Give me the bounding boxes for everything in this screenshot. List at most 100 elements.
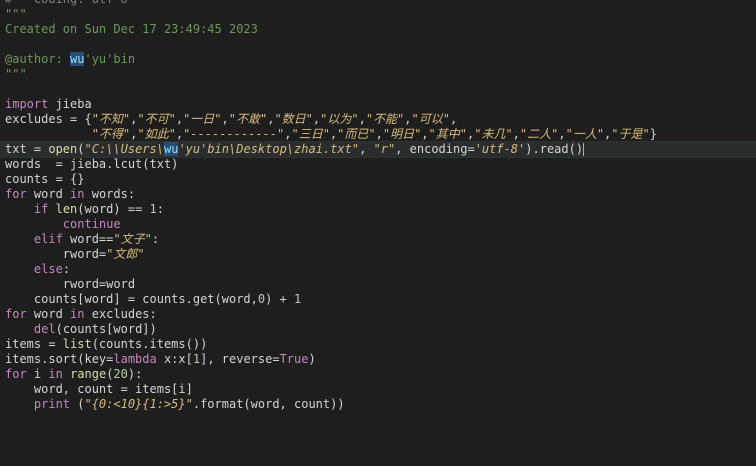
code-line[interactable]: rword=word bbox=[5, 277, 756, 292]
code-line[interactable]: words = jieba.lcut(txt) bbox=[5, 157, 756, 172]
code-token: del bbox=[33, 322, 56, 336]
code-token: (counts.items()) bbox=[91, 337, 208, 351]
code-token: "以为" bbox=[320, 112, 359, 126]
code-token: wu bbox=[70, 52, 85, 66]
code-token: , bbox=[375, 127, 383, 141]
code-token: in bbox=[70, 187, 85, 201]
code-token: "未几" bbox=[474, 127, 513, 141]
code-token: "不知" bbox=[91, 112, 131, 126]
code-token: "于是" bbox=[611, 127, 650, 141]
code-token: wu bbox=[163, 142, 179, 156]
code-token: , bbox=[449, 112, 458, 126]
code-line[interactable]: word, count = items[i] bbox=[5, 382, 756, 397]
code-token: counts = {} bbox=[5, 172, 85, 186]
code-line[interactable]: for word in words: bbox=[5, 187, 756, 202]
code-token: "{0:<10}{1:>5}" bbox=[84, 397, 193, 411]
code-line[interactable]: "不得","如此","------------","三日","而已","明日",… bbox=[5, 127, 756, 142]
code-token: (counts[word]) bbox=[55, 322, 157, 336]
code-line[interactable]: # coding: utf-8 bbox=[5, 0, 756, 7]
code-token: word bbox=[26, 187, 71, 201]
code-token: .format(word, count)) bbox=[192, 397, 345, 411]
code-token: ).read() bbox=[525, 142, 584, 156]
code-line[interactable] bbox=[5, 82, 756, 97]
code-line[interactable]: counts[word] = counts.get(word,0) + 1 bbox=[5, 292, 756, 307]
code-token: , bbox=[221, 112, 229, 126]
code-token: lambda bbox=[113, 352, 157, 366]
code-token: , bbox=[358, 112, 366, 126]
code-token: items.sort(key= bbox=[5, 352, 114, 366]
code-line[interactable]: continue bbox=[5, 217, 756, 232]
code-token: if bbox=[33, 202, 49, 216]
code-line[interactable]: del(counts[word]) bbox=[5, 322, 756, 337]
code-token: : bbox=[151, 232, 160, 246]
code-line[interactable]: if len(word) == 1: bbox=[5, 202, 756, 217]
code-token: "数日" bbox=[274, 112, 313, 126]
code-line[interactable]: for i in range(20): bbox=[5, 367, 756, 382]
code-token: "可以" bbox=[411, 112, 450, 126]
code-token: import bbox=[5, 97, 49, 111]
code-token: "r" bbox=[373, 142, 396, 156]
code-token: word bbox=[26, 307, 71, 321]
code-area[interactable]: # coding: utf-8"""Created on Sun Dec 17 … bbox=[0, 0, 756, 412]
code-line[interactable]: items = list(counts.items()) bbox=[5, 337, 756, 352]
code-token: # coding: utf-8 bbox=[5, 0, 128, 6]
code-line[interactable]: for word in excludes: bbox=[5, 307, 756, 322]
code-token: for bbox=[5, 307, 27, 321]
text-caret bbox=[583, 143, 585, 156]
code-line[interactable]: elif word=="文子": bbox=[5, 232, 756, 247]
code-token: """ bbox=[5, 7, 27, 21]
code-token: excludes = { bbox=[5, 112, 92, 126]
code-token: "------------" bbox=[183, 127, 285, 141]
code-token: 'utf-8' bbox=[474, 142, 526, 156]
code-token: ): bbox=[127, 367, 143, 381]
code-token: 1 bbox=[192, 352, 201, 366]
code-token: "其中" bbox=[428, 127, 467, 141]
code-line[interactable]: items.sort(key=lambda x:x[1], reverse=Tr… bbox=[5, 352, 756, 367]
code-token: 'yu'bin bbox=[84, 52, 136, 66]
code-token: excludes: bbox=[84, 307, 157, 321]
code-token: , bbox=[175, 112, 184, 126]
code-line[interactable]: excludes = {"不知","不可","一日","不敢","数日","以为… bbox=[5, 112, 756, 127]
code-token: i bbox=[26, 367, 49, 381]
code-line[interactable]: counts = {} bbox=[5, 172, 756, 187]
code-token: (word) == bbox=[77, 202, 150, 216]
code-token: range bbox=[70, 367, 107, 381]
code-editor[interactable]: # coding: utf-8"""Created on Sun Dec 17 … bbox=[0, 0, 756, 466]
code-token: items = bbox=[5, 337, 63, 351]
code-line[interactable]: """ bbox=[5, 67, 756, 82]
code-token: "C:\\Users\ bbox=[84, 142, 164, 156]
code-line[interactable]: txt = open("C:\\Users\wu'yu'bin\Desktop\… bbox=[0, 141, 756, 158]
code-token: ( bbox=[70, 397, 85, 411]
code-line[interactable]: """ bbox=[5, 7, 756, 22]
code-token: words: bbox=[84, 187, 136, 201]
code-line[interactable]: @author: wu'yu'bin bbox=[5, 52, 756, 67]
code-token: "明日" bbox=[382, 127, 422, 141]
code-token: "不能" bbox=[365, 112, 405, 126]
code-line[interactable] bbox=[5, 37, 756, 52]
code-line[interactable]: else: bbox=[5, 262, 756, 277]
code-token: "文郎" bbox=[106, 247, 145, 261]
code-token: 1 bbox=[149, 202, 157, 216]
code-token: "如此" bbox=[137, 127, 176, 141]
code-token: ( bbox=[77, 142, 85, 156]
code-token: words = jieba.lcut(txt) bbox=[5, 157, 179, 171]
code-token: : bbox=[156, 202, 164, 216]
code-token: , bbox=[175, 127, 184, 141]
code-token: , bbox=[421, 127, 429, 141]
code-token: len bbox=[55, 202, 78, 216]
code-token: elif bbox=[33, 232, 63, 246]
code-line[interactable]: import jieba bbox=[5, 97, 756, 112]
code-token: ) + bbox=[265, 292, 295, 306]
code-token: x:x[ bbox=[156, 352, 193, 366]
code-token: , encoding= bbox=[395, 142, 475, 156]
code-line[interactable]: rword="文郎" bbox=[5, 247, 756, 262]
code-line[interactable]: print ("{0:<10}{1:>5}".format(word, coun… bbox=[5, 397, 756, 412]
code-token: "不可" bbox=[137, 112, 176, 126]
code-token: "文子" bbox=[113, 232, 152, 246]
code-token: , bbox=[359, 142, 374, 156]
code-token: "不得" bbox=[91, 127, 131, 141]
code-line[interactable]: Created on Sun Dec 17 23:49:45 2023 bbox=[5, 22, 756, 37]
